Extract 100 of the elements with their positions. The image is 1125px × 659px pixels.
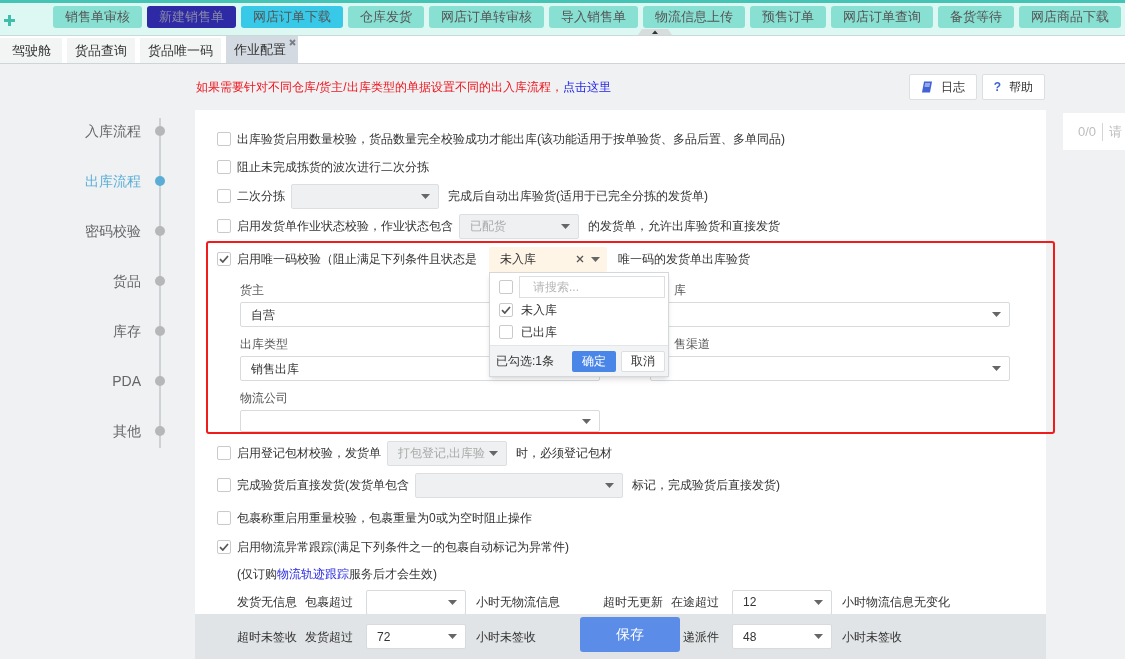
clear-icon[interactable] (576, 255, 584, 263)
toolbar-button[interactable]: 新建销售单 (147, 6, 236, 28)
option-label: 完成后自动出库验货(适用于已完全分拣的发货单) (448, 188, 708, 205)
sidebar-item[interactable]: 货品 (113, 270, 165, 292)
toolbar-button[interactable]: 网店商品下载 (1019, 6, 1121, 28)
tab[interactable]: 驾驶舱 (0, 38, 62, 63)
dropdown-field[interactable] (366, 589, 466, 615)
option-label[interactable]: 未入库 (521, 301, 557, 319)
field-label: 出库类型 (240, 336, 288, 352)
checkbox[interactable] (499, 280, 513, 294)
collapse-tab-icon[interactable] (638, 29, 672, 35)
toolbar-button[interactable]: 网店订单下载 (241, 6, 343, 28)
checkbox[interactable] (217, 446, 231, 460)
option-label: 出库验货启用数量校验，货品数量完全校验成功才能出库(该功能适用于按单验货、多品后置、多单同品) (237, 131, 785, 148)
condition-label: 小时无物流信息 (476, 594, 560, 611)
add-icon[interactable] (4, 15, 15, 26)
dropdown-field[interactable]: 48 (732, 624, 832, 649)
condition-title: 发货无信息 (237, 594, 297, 611)
pager-text: 0/0 (1078, 122, 1097, 141)
dropdown-field[interactable]: 12 (732, 589, 832, 615)
tab[interactable]: 货品查询 (67, 38, 135, 63)
condition-title: 超时未签收 (237, 628, 297, 646)
save-button[interactable]: 保存 (580, 617, 680, 652)
book-icon (920, 81, 933, 93)
option-label: 唯一码的发货单出库验货 (618, 251, 750, 268)
condition-title: 超时无更新 (603, 594, 663, 611)
question-mark-icon: ? (993, 78, 1001, 96)
sidebar-item[interactable]: 密码校验 (85, 220, 165, 242)
toolbar-button[interactable]: 物流信息上传 (643, 6, 745, 28)
toolbar-button[interactable]: 预售订单 (750, 6, 826, 28)
option-label: 完成验货后直接发货(发货单包含 (237, 477, 409, 494)
checkbox[interactable] (217, 132, 231, 146)
option-label: 阻止未完成拣货的波次进行二次分拣 (237, 159, 429, 176)
dropdown-field[interactable]: 72 (366, 624, 466, 649)
caret-icon (814, 599, 823, 605)
field-label: 库 (674, 282, 686, 298)
checkbox[interactable] (217, 219, 231, 233)
option-label: 标记，完成验货后直接发货) (632, 477, 780, 494)
caret-icon (992, 366, 1001, 371)
sidebar-item[interactable]: 其他 (113, 420, 165, 442)
dropdown-field[interactable] (240, 410, 600, 432)
condition-label: 发货超过 (305, 628, 353, 646)
sidebar-item[interactable]: 库存 (113, 320, 165, 342)
toolbar-button[interactable]: 仓库发货 (348, 6, 424, 28)
note-text: (仅订购物流轨迹跟踪服务后才会生效) (237, 566, 437, 583)
checkbox[interactable] (217, 252, 231, 266)
option-label: 启用唯一码校验（阻止满足下列条件且状态是 (237, 251, 477, 268)
caret-icon (605, 482, 614, 488)
condition-label: 小时物流信息无变化 (842, 594, 950, 611)
field-label: 货主 (240, 282, 264, 298)
caret-icon (992, 312, 1001, 317)
caret-icon (814, 634, 823, 639)
checkbox[interactable] (217, 511, 231, 525)
toolbar-button[interactable]: 备货等待 (938, 6, 1014, 28)
checkbox[interactable] (499, 303, 513, 317)
status-select[interactable]: 未入库 (489, 246, 607, 272)
caret-icon (561, 223, 570, 229)
checkmark-icon (219, 255, 229, 263)
condition-label: 小时未签收 (842, 628, 902, 646)
checkbox[interactable] (217, 189, 231, 203)
cancel-button[interactable]: 取消 (621, 350, 665, 372)
caret-icon (591, 256, 600, 262)
option-label: 的发货单，允许出库验货和直接发货 (588, 218, 780, 235)
checkbox[interactable] (499, 325, 513, 339)
toolbar-button[interactable]: 网店订单查询 (831, 6, 933, 28)
checkbox[interactable] (217, 160, 231, 174)
caret-icon (448, 599, 457, 605)
field-label: 物流公司 (240, 390, 288, 406)
caret-icon (421, 193, 430, 199)
toolbar-button[interactable]: 销售单审核 (53, 6, 142, 28)
confirm-button[interactable]: 确定 (572, 350, 616, 372)
tab[interactable]: 作业配置 (226, 36, 298, 63)
option-label: 包裹称重启用重量校验，包裹重量为0或为空时阻止操作 (237, 510, 532, 527)
log-button[interactable]: 日志 (908, 74, 977, 100)
link[interactable]: 点击这里 (562, 80, 611, 94)
caret-icon (582, 418, 591, 424)
condition-label: 在途超过 (671, 594, 719, 611)
link[interactable]: 物流轨迹跟踪 (277, 567, 349, 581)
checkbox[interactable] (217, 478, 231, 492)
sidebar-item[interactable]: PDA (112, 370, 165, 392)
option-label: 二次分拣 (237, 188, 285, 205)
caret-icon (448, 634, 457, 639)
toolbar-button[interactable]: 网店订单转审核 (429, 6, 544, 28)
field-label: 售渠道 (674, 336, 710, 352)
option-label: 启用物流异常跟踪(满足下列条件之一的包裹自动标记为异常件) (237, 539, 569, 556)
checkmark-icon (219, 543, 229, 551)
caret-icon (489, 450, 498, 456)
selection-count-text: 已勾选:1条 (496, 353, 554, 370)
option-label: 时，必须登记包材 (516, 445, 612, 462)
sidebar-item[interactable]: 入库流程 (85, 120, 165, 142)
option-label: 启用发货单作业状态校验，作业状态包含 (237, 218, 453, 235)
close-icon[interactable] (289, 39, 296, 46)
condition-label: 包裹超过 (305, 594, 353, 611)
toolbar-button[interactable]: 导入销售单 (549, 6, 638, 28)
option-label: 启用登记包材校验，发货单 (237, 445, 381, 462)
tab[interactable]: 货品唯一码 (140, 38, 221, 63)
help-button[interactable]: ? 帮助 (981, 74, 1045, 100)
checkbox[interactable] (217, 540, 231, 554)
condition-label: 递派件 (683, 628, 719, 646)
condition-label: 小时未签收 (476, 628, 536, 646)
